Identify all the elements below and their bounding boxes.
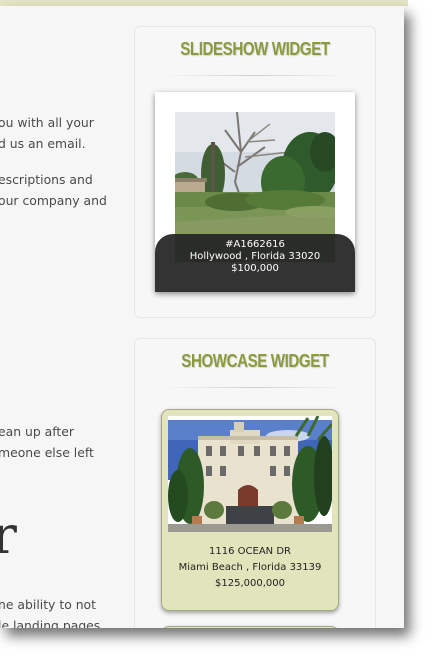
title-divider — [163, 75, 347, 76]
title-divider — [163, 387, 347, 388]
main-content-column: ou with all your d us an email. escripti… — [0, 6, 130, 628]
body-text-line: le landing pages — [0, 618, 101, 628]
showcase-widget-title: SHOWCASE WIDGET — [181, 351, 329, 371]
listing-price: $125,000,000 — [215, 578, 285, 589]
heading-fragment: r — [0, 506, 17, 566]
body-text-line: meone else left — [0, 445, 94, 460]
body-text-line: ou with all your — [0, 115, 94, 130]
body-text-line: escriptions and — [0, 172, 93, 187]
body-text-line: d us an email. — [0, 135, 86, 153]
body-text-line: our company and — [0, 193, 107, 208]
listing-price: $100,000 — [231, 263, 279, 274]
listing-details: 1116 OCEAN DR Miami Beach , Florida 3313… — [162, 544, 338, 592]
slideshow-listing-card[interactable]: #A1662616 Hollywood , Florida 33020 $100… — [155, 92, 355, 292]
send-email-link[interactable]: d us an email — [0, 136, 82, 151]
slideshow-widget-title: SLIDESHOW WIDGET — [180, 39, 330, 59]
listing-address: 1116 OCEAN DR — [209, 546, 291, 557]
body-text-line: ne ability to not — [0, 597, 96, 612]
body-text-line: ean up after — [0, 424, 74, 439]
showcase-listing-card[interactable]: 1116 OCEAN DR Miami Beach , Florida 3313… — [161, 409, 339, 611]
listing-id: #A1662616 — [225, 239, 285, 250]
listing-location: Hollywood , Florida 33020 — [189, 251, 321, 262]
listing-location: Miami Beach , Florida 33139 — [178, 562, 322, 573]
body-text-period: . — [81, 136, 86, 151]
slideshow-widget: SLIDESHOW WIDGET #A1662616 Hollywood , F… — [134, 26, 376, 318]
listing-caption: #A1662616 Hollywood , Florida 33020 $100… — [155, 234, 355, 292]
showcase-listing-card[interactable] — [161, 626, 339, 628]
listing-photo[interactable] — [168, 416, 332, 532]
page-content: ou with all your d us an email. escripti… — [0, 6, 404, 628]
showcase-widget: SHOWCASE WIDGET 1116 OCEAN DR Miami Beac… — [134, 338, 376, 628]
